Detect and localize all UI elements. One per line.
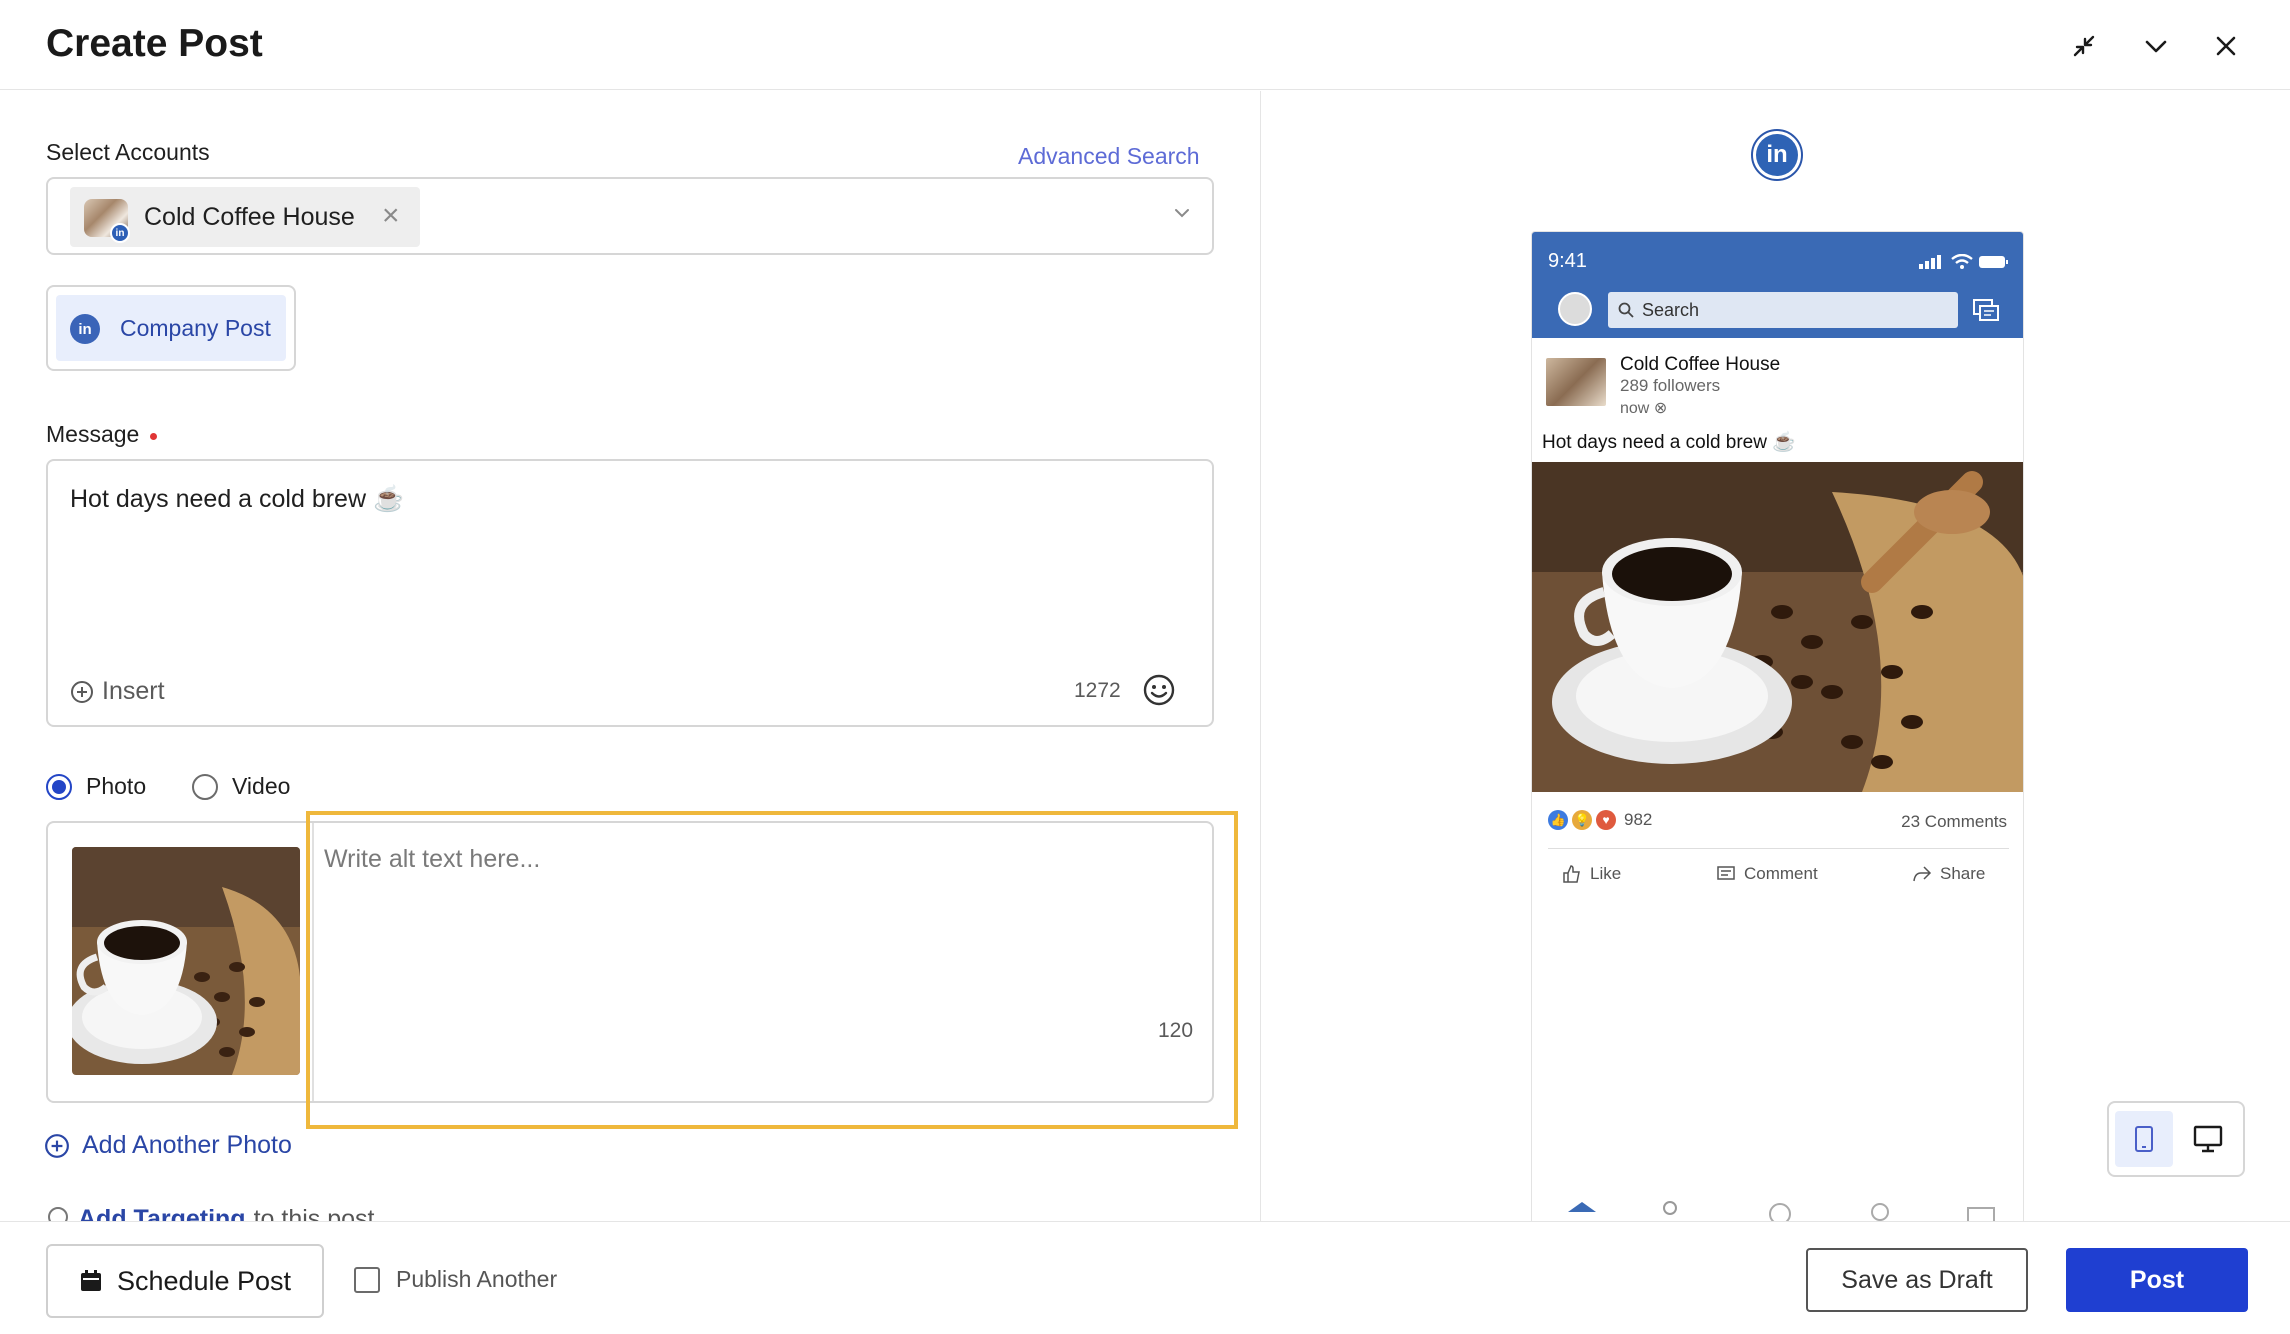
insert-label: Insert [102,677,165,705]
company-post-option[interactable]: in Company Post [56,295,286,361]
preview-panel: in 9:41 Search Cold Coffee House 289 fol… [1261,91,2290,1221]
character-count: 1272 [1074,679,1121,702]
post-button[interactable]: Post [2066,1248,2248,1312]
add-targeting-link[interactable]: Add Targeting to this post [46,1205,374,1221]
remove-account-icon[interactable]: × [382,201,400,231]
mobile-preview: 9:41 Search Cold Coffee House 289 follow… [1531,231,2024,1221]
linkedin-icon: in [1756,134,1798,176]
globe-icon: ⊗ [1653,400,1668,417]
preview-view-toggle [2107,1101,2245,1177]
share-icon [1913,866,1932,882]
like-label: Like [1590,864,1622,883]
schedule-post-button[interactable]: Schedule Post [46,1244,324,1318]
compose-panel: Select Accounts Advanced Search in Cold … [0,91,1260,1221]
plus-circle-icon [45,1133,69,1158]
status-icons [1919,254,2009,270]
message-editor[interactable]: Hot days need a cold brew ☕ Insert 1272 [46,459,1214,727]
company-post-label: Company Post [120,315,271,341]
reaction-count: 982 [1624,810,1653,829]
required-indicator [150,433,157,440]
chevron-down-icon[interactable] [1172,203,1192,228]
add-targeting-label[interactable]: Add Targeting [78,1205,246,1221]
add-another-photo-label: Add Another Photo [82,1131,292,1159]
like-reaction-icon: 👍 [1548,810,1568,830]
phone-search-bar: Search [1608,292,1958,328]
photo-radio-label: Photo [86,773,147,799]
preview-time: now ⊗ [1620,400,1668,417]
user-avatar [1558,292,1592,326]
radio-checked-icon[interactable] [46,773,72,800]
wifi-icon [1951,254,1973,269]
like-action: Like [1562,864,1621,884]
calendar-icon [80,1270,101,1291]
modal-header: Create Post [0,0,2290,90]
comment-count: 23 Comments [1901,812,2007,831]
insert-button[interactable]: Insert [70,677,165,706]
share-action: Share [1912,864,1985,884]
publish-another-checkbox[interactable]: Publish Another [354,1266,557,1293]
phone-header: 9:41 Search [1532,232,2023,338]
preview-account-name: Cold Coffee House [1620,354,1781,375]
publish-another-label: Publish Another [396,1266,558,1292]
advanced-search-link[interactable]: Advanced Search [1018,143,1200,170]
photo-thumbnail[interactable] [72,847,300,1075]
plus-circle-icon [71,680,93,703]
preview-post-text: Hot days need a cold brew ☕ [1542,432,1796,453]
save-as-draft-button[interactable]: Save as Draft [1806,1248,2028,1312]
search-icon [1618,302,1634,318]
add-targeting-rest: to this post [253,1205,375,1221]
select-accounts-label: Select Accounts [46,139,210,165]
preview-post-image [1532,462,2023,792]
phone-bottom-nav [1532,1192,2023,1221]
phone-search-label: Search [1642,299,1700,320]
page-avatar [1546,358,1606,406]
collapse-icon[interactable] [2064,26,2104,66]
comment-icon [1717,866,1735,880]
reaction-summary: 👍 💡 ♥ 982 [1548,810,1652,830]
share-label: Share [1940,864,1986,883]
battery-icon [1979,256,2008,268]
signal-icon [1919,255,1941,269]
modal-footer: Schedule Post Publish Another Save as Dr… [0,1221,2290,1334]
target-icon [48,1207,68,1221]
account-chip-label: Cold Coffee House [144,203,355,231]
phone-time: 9:41 [1548,250,1587,272]
alt-text-input[interactable] [324,845,1184,1005]
love-reaction-icon: ♥ [1596,810,1616,830]
insightful-reaction-icon: 💡 [1572,810,1592,830]
post-type-group: in Company Post [46,285,296,371]
emoji-icon[interactable] [1142,673,1176,712]
linkedin-badge-icon: in [110,223,130,243]
mobile-view-button[interactable] [2115,1111,2173,1167]
alt-text-count: 120 [1158,1019,1194,1042]
linkedin-icon: in [70,314,100,344]
action-divider [1548,848,2009,849]
photo-attachment: 120 [46,821,1214,1103]
comment-label: Comment [1744,864,1818,883]
account-select[interactable]: in Cold Coffee House × [46,177,1214,255]
alt-text-divider [312,823,314,1101]
desktop-icon [2193,1125,2223,1153]
schedule-post-label: Schedule Post [116,1265,292,1296]
message-text[interactable]: Hot days need a cold brew ☕ [70,485,404,514]
chevron-down-icon[interactable] [2136,26,2176,66]
linkedin-network-icon[interactable]: in [1751,129,1803,181]
thumbs-up-icon [1563,865,1580,883]
video-radio-label: Video [232,773,291,799]
comment-action: Comment [1716,864,1818,884]
mobile-icon [2135,1126,2153,1152]
close-icon[interactable] [2206,26,2246,66]
page-title: Create Post [46,22,263,65]
video-radio[interactable]: Video [192,773,290,800]
preview-followers: 289 followers [1620,376,1721,395]
radio-unchecked-icon[interactable] [192,773,218,800]
checkbox-icon[interactable] [354,1266,380,1293]
account-chip: in Cold Coffee House × [70,187,420,247]
messaging-icon [1972,298,2000,329]
add-another-photo-button[interactable]: Add Another Photo [44,1131,292,1160]
desktop-view-button[interactable] [2179,1111,2237,1167]
photo-radio[interactable]: Photo [46,773,146,800]
message-label: Message [46,421,140,447]
